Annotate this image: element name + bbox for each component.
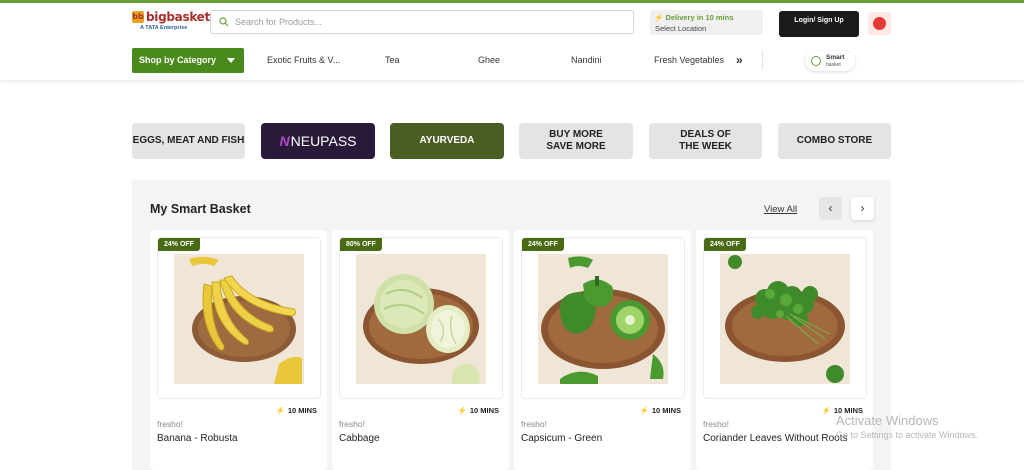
search-icon <box>219 17 229 27</box>
search-bar[interactable] <box>210 10 634 34</box>
discount-badge: 24% OFF <box>522 238 564 251</box>
login-signup-button[interactable]: Login/ Sign Up <box>779 11 859 37</box>
product-name[interactable]: Cabbage <box>339 433 380 444</box>
delivery-time: 10 MINS <box>287 406 317 415</box>
select-location-label: Select Location <box>655 24 707 33</box>
product-card-banana[interactable]: 24% OFF ⚡ 10 MINS fresho! Banana - Robust… <box>150 230 327 470</box>
delivery-location-selector[interactable]: ⚡ Delivery in 10 mins Select Location <box>650 10 763 35</box>
banner-eggs-meat-fish[interactable]: EGGS, MEAT AND FISH <box>132 123 245 159</box>
nav-more-arrow-icon[interactable]: » <box>736 53 743 67</box>
nav-item-exotic-fruits[interactable]: Exotic Fruits & V... <box>267 55 340 65</box>
cart-button[interactable] <box>868 12 891 35</box>
product-name[interactable]: Capsicum - Green <box>521 433 602 444</box>
smart-basket-section: My Smart Basket View All ‹ › 24% OFF ⚡ 10… <box>132 180 891 470</box>
bolt-icon: ⚡ <box>639 406 649 415</box>
watermark-subtitle: Go to Settings to activate Windows. <box>836 430 979 440</box>
product-image-frame[interactable]: 24% OFF <box>521 237 685 399</box>
smart-basket-button[interactable]: Smart basket <box>805 51 855 71</box>
carousel-next-button[interactable]: › <box>851 197 874 220</box>
view-all-link[interactable]: View All <box>764 204 797 215</box>
product-card-capsicum[interactable]: 24% OFF ⚡ 10 MINS fresho! Capsicum - Gree… <box>514 230 691 470</box>
nav-divider <box>762 50 763 70</box>
section-title: My Smart Basket <box>150 202 251 216</box>
product-brand: fresho! <box>157 419 183 429</box>
coriander-image <box>720 254 850 384</box>
cabbage-image <box>356 254 486 384</box>
delivery-time: 10 MINS <box>651 406 681 415</box>
bolt-icon: ⚡ <box>457 406 467 415</box>
nav-item-nandini[interactable]: Nandini <box>571 55 602 65</box>
basket-icon <box>873 17 886 30</box>
neupass-logo-icon: N <box>279 133 290 149</box>
bolt-icon: ⚡ <box>275 406 285 415</box>
product-name[interactable]: Coriander Leaves Without Roots <box>703 433 848 444</box>
discount-badge: 24% OFF <box>158 238 200 251</box>
banner-neupass-label: NEUPASS <box>290 133 357 149</box>
banner-combo-store[interactable]: COMBO STORE <box>778 123 891 159</box>
nav-item-tea[interactable]: Tea <box>385 55 400 65</box>
logo-subtitle: A TATA Enterprise <box>140 25 188 31</box>
nav-item-ghee[interactable]: Ghee <box>478 55 500 65</box>
delivery-title: Delivery in 10 mins <box>665 13 734 22</box>
logo-text: bigbasket <box>146 10 210 24</box>
banner-ayurveda[interactable]: AYURVEDA <box>390 123 504 159</box>
watermark-title: Activate Windows <box>836 413 939 428</box>
product-card-cabbage[interactable]: 80% OFF ⚡ 10 MINS fresho! Cabbage <box>332 230 509 470</box>
bolt-icon: ⚡ <box>654 13 664 22</box>
smart-basket-icon <box>811 56 821 66</box>
product-image-frame[interactable]: 24% OFF <box>157 237 321 399</box>
shop-by-category-label: Shop by Category <box>139 55 217 65</box>
logo-mark-icon: bb <box>132 11 144 23</box>
product-brand: fresho! <box>521 419 547 429</box>
banner-deals-of-the-week[interactable]: DEALS OF THE WEEK <box>649 123 762 159</box>
shop-by-category-button[interactable]: Shop by Category <box>132 48 244 73</box>
windows-activation-watermark: Activate Windows Go to Settings to activ… <box>836 413 978 440</box>
smart-basket-label: Smart <box>826 54 845 61</box>
bolt-icon: ⚡ <box>821 406 831 415</box>
banner-buy-more-save-more[interactable]: BUY MORE SAVE MORE <box>519 123 633 159</box>
discount-badge: 80% OFF <box>340 238 382 251</box>
search-input[interactable] <box>235 14 615 30</box>
capsicum-image <box>538 254 668 384</box>
discount-badge: 24% OFF <box>704 238 746 251</box>
banner-neupass[interactable]: N NEUPASS <box>261 123 375 159</box>
banana-image <box>174 254 304 384</box>
product-name[interactable]: Banana - Robusta <box>157 433 238 444</box>
product-image-frame[interactable]: 80% OFF <box>339 237 503 399</box>
delivery-time: 10 MINS <box>469 406 499 415</box>
smart-basket-sublabel: basket <box>826 62 841 68</box>
product-brand: fresho! <box>339 419 365 429</box>
bigbasket-logo[interactable]: bb bigbasket A TATA Enterprise <box>132 10 210 37</box>
product-brand: fresho! <box>703 419 729 429</box>
carousel-prev-button[interactable]: ‹ <box>819 197 842 220</box>
site-header: bb bigbasket A TATA Enterprise ⚡ Deliver… <box>0 3 1024 80</box>
nav-item-fresh-vegetables[interactable]: Fresh Vegetables <box>654 55 724 65</box>
product-image-frame[interactable]: 24% OFF <box>703 237 867 399</box>
chevron-down-icon <box>227 58 235 63</box>
